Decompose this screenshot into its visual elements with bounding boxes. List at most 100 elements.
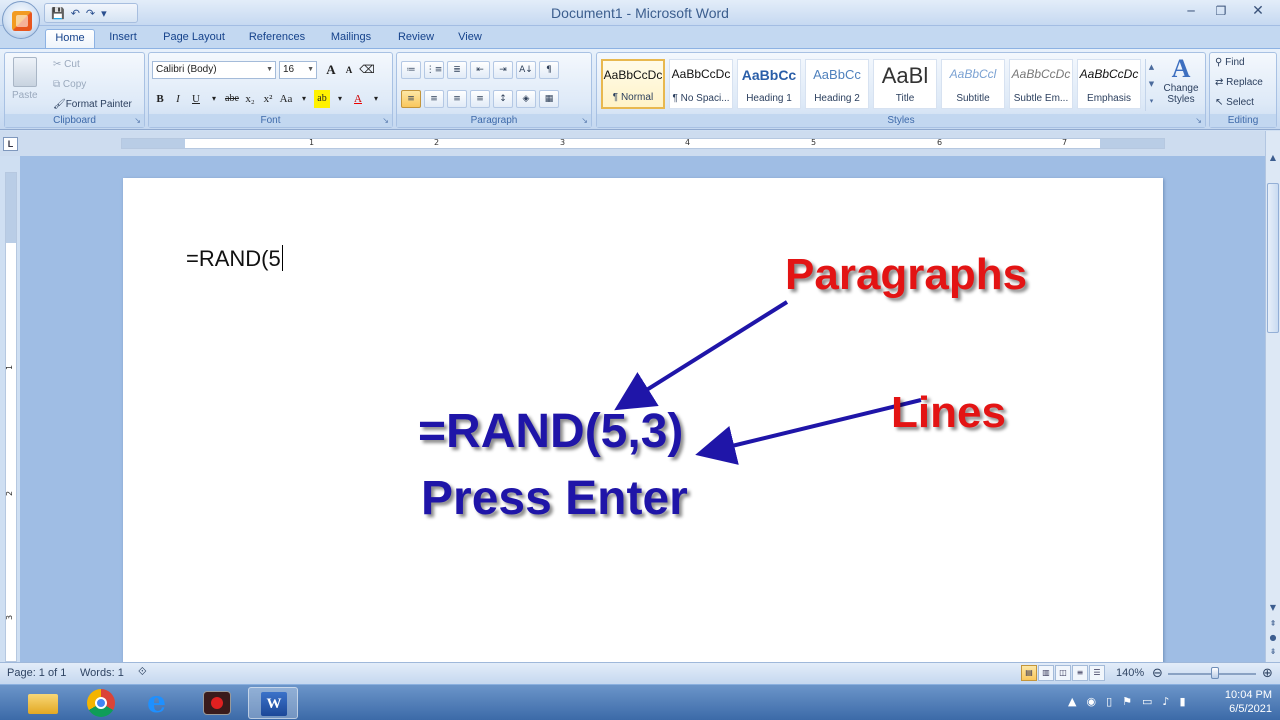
internet-explorer-icon[interactable]: e	[134, 687, 184, 719]
restore-button[interactable]: ❐	[1206, 0, 1236, 22]
font-name-select[interactable]: Calibri (Body) ▼	[152, 61, 276, 79]
tab-insert[interactable]: Insert	[100, 29, 146, 48]
word-icon[interactable]: W	[248, 687, 298, 719]
print-layout-icon[interactable]: ▤	[1021, 665, 1037, 681]
line-spacing-icon[interactable]: ↕	[493, 90, 513, 108]
underline-button[interactable]: U	[188, 90, 204, 108]
clock[interactable]: 10:04 PM 6/5/2021	[1225, 688, 1272, 716]
replace-button[interactable]: ⇄ Replace	[1215, 77, 1263, 88]
web-layout-icon[interactable]: ◫	[1055, 665, 1071, 681]
multilevel-list-icon[interactable]: ≣	[447, 61, 467, 79]
zoom-slider-thumb[interactable]	[1211, 667, 1219, 679]
sort-icon[interactable]: A↓	[516, 61, 536, 79]
bullets-icon[interactable]: ≔	[401, 61, 421, 79]
tab-selector[interactable]: L	[3, 137, 18, 151]
gallery-down-icon[interactable]: ▼	[1146, 76, 1157, 93]
arrow-to-paragraphs	[614, 300, 789, 411]
superscript-button[interactable]: x²	[260, 90, 276, 108]
dialog-launcher-icon[interactable]: ↘	[134, 116, 141, 125]
tab-home[interactable]: Home	[45, 29, 95, 48]
copy-button[interactable]: ⧉ Copy	[53, 79, 86, 90]
tab-page-layout[interactable]: Page Layout	[156, 29, 232, 48]
change-styles-button[interactable]: A Change Styles	[1159, 55, 1203, 115]
recorder-tray-icon[interactable]: ◉	[1086, 695, 1096, 708]
zoom-in-icon[interactable]: ⊕	[1262, 665, 1273, 681]
subscript-button[interactable]: x₂	[242, 90, 258, 108]
grow-font-button[interactable]: A	[323, 61, 339, 79]
select-browse-object-icon[interactable]: ●	[1267, 631, 1279, 644]
style-emphasis[interactable]: AaBbCcDc Emphasis	[1077, 59, 1141, 109]
strikethrough-button[interactable]: abe	[224, 90, 240, 108]
format-painter-button[interactable]: 🖌Format Painter	[53, 99, 132, 110]
paste-icon[interactable]	[13, 57, 37, 87]
show-marks-icon[interactable]: ¶	[539, 61, 559, 79]
cut-button[interactable]: ✂ Cut	[53, 59, 80, 70]
vertical-ruler[interactable]: 1 2 3	[5, 172, 17, 662]
font-color-icon[interactable]: A	[350, 90, 366, 108]
scroll-up-icon[interactable]: ▲	[1267, 151, 1279, 164]
style-subtle-emphasis[interactable]: AaBbCcDc Subtle Em...	[1009, 59, 1073, 109]
document-page[interactable]: =RAND(5 Paragraphs Lines =RAND(5,3) Pres…	[123, 178, 1163, 662]
outline-icon[interactable]: ≡	[1072, 665, 1088, 681]
flag-icon[interactable]: ⚑	[1122, 695, 1132, 708]
tab-references[interactable]: References	[241, 29, 313, 48]
vertical-scrollbar[interactable]: ▲ ▼ ⇞ ● ⇟	[1265, 131, 1280, 662]
dialog-launcher-icon[interactable]: ↘	[581, 116, 588, 125]
font-size-select[interactable]: 16 ▼	[279, 61, 317, 79]
highlight-icon[interactable]: ab	[314, 90, 330, 108]
paste-button[interactable]: Paste	[12, 90, 38, 101]
office-button[interactable]	[2, 1, 40, 39]
horizontal-ruler[interactable]: 1 2 3 4 5 6 7	[121, 138, 1165, 149]
minimize-button[interactable]: ─	[1176, 0, 1206, 22]
previous-page-icon[interactable]: ⇞	[1267, 617, 1279, 630]
align-right-icon[interactable]: ≡	[447, 90, 467, 108]
tab-review[interactable]: Review	[390, 29, 442, 48]
select-button[interactable]: ↖ Select	[1215, 97, 1254, 108]
dialog-launcher-icon[interactable]: ↘	[382, 116, 389, 125]
full-screen-reading-icon[interactable]: ▥	[1038, 665, 1054, 681]
gallery-up-icon[interactable]: ▲	[1146, 59, 1157, 76]
chrome-icon[interactable]	[76, 687, 126, 719]
next-page-icon[interactable]: ⇟	[1267, 645, 1279, 658]
numbering-icon[interactable]: ⋮≡	[424, 61, 444, 79]
scroll-thumb[interactable]	[1267, 183, 1279, 333]
shrink-font-button[interactable]: A	[341, 61, 357, 79]
zoom-level[interactable]: 140%	[1116, 667, 1144, 679]
volume-icon[interactable]: ♪	[1162, 695, 1169, 708]
italic-button[interactable]: I	[170, 90, 186, 108]
usb-icon[interactable]: ▯	[1106, 695, 1112, 708]
style-heading-2[interactable]: AaBbCc Heading 2	[805, 59, 869, 109]
style-heading-1[interactable]: AaBbCc Heading 1	[737, 59, 801, 109]
decrease-indent-icon[interactable]: ⇤	[470, 61, 490, 79]
style-subtitle[interactable]: AaBbCcl Subtitle	[941, 59, 1005, 109]
gallery-more-icon[interactable]: ▾	[1146, 93, 1157, 110]
scroll-down-icon[interactable]: ▼	[1267, 601, 1279, 614]
shading-icon[interactable]: ◈	[516, 90, 536, 108]
bold-button[interactable]: B	[152, 90, 168, 108]
find-button[interactable]: ⚲ Find	[1215, 57, 1245, 68]
tab-mailings[interactable]: Mailings	[321, 29, 381, 48]
tab-view[interactable]: View	[450, 29, 490, 48]
style-normal[interactable]: AaBbCcDc ¶ Normal	[601, 59, 665, 109]
file-explorer-icon[interactable]	[18, 687, 68, 719]
signal-icon[interactable]: ▮	[1179, 695, 1185, 708]
close-button[interactable]: ✕	[1236, 0, 1280, 22]
align-left-icon[interactable]: ≡	[401, 90, 421, 108]
draft-icon[interactable]: ☰	[1089, 665, 1105, 681]
network-icon[interactable]: ▭	[1142, 695, 1152, 708]
proofing-icon[interactable]: ⟐	[138, 665, 147, 679]
word-count[interactable]: Words: 1	[80, 667, 124, 679]
style-no-spacing[interactable]: AaBbCcDc ¶ No Spaci...	[669, 59, 733, 109]
justify-icon[interactable]: ≡	[470, 90, 490, 108]
align-center-icon[interactable]: ≡	[424, 90, 444, 108]
dialog-launcher-icon[interactable]: ↘	[1195, 116, 1202, 125]
borders-icon[interactable]: ▦	[539, 90, 559, 108]
zoom-out-icon[interactable]: ⊖	[1152, 665, 1163, 681]
style-title[interactable]: AaBl Title	[873, 59, 937, 109]
page-count[interactable]: Page: 1 of 1	[7, 667, 66, 679]
tray-expand-icon[interactable]: ▲	[1068, 695, 1076, 708]
clear-formatting-icon[interactable]: ⌫	[359, 61, 375, 79]
change-case-button[interactable]: Aa	[278, 90, 294, 108]
screen-recorder-icon[interactable]	[192, 687, 242, 719]
increase-indent-icon[interactable]: ⇥	[493, 61, 513, 79]
